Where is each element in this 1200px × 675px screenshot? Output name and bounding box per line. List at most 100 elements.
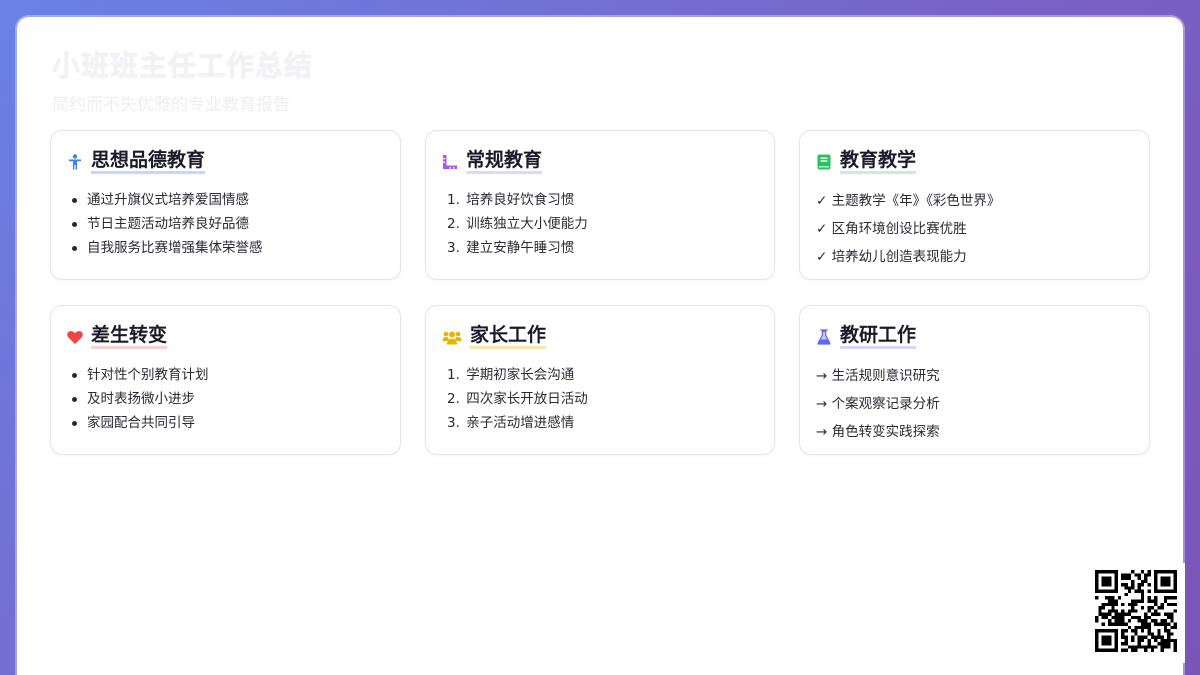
qr-module xyxy=(1095,596,1099,600)
qr-module xyxy=(1173,638,1177,643)
qr-module xyxy=(1121,615,1125,620)
qr-module xyxy=(1114,615,1118,620)
qr-module xyxy=(1134,629,1138,633)
qr-module xyxy=(1170,612,1174,616)
ruler-icon xyxy=(442,154,458,170)
qr-module xyxy=(1163,622,1168,626)
qr-module xyxy=(1170,625,1174,630)
qr-module xyxy=(1173,648,1177,652)
flask-icon xyxy=(816,329,832,345)
qr-module xyxy=(1170,638,1174,643)
qr-module xyxy=(1137,586,1141,590)
qr-module xyxy=(1170,619,1174,623)
qr-module xyxy=(1124,622,1128,626)
qr-module xyxy=(1121,622,1125,626)
qr-module xyxy=(1160,648,1164,652)
qr-module xyxy=(1147,606,1151,610)
qr-module xyxy=(1131,579,1135,584)
qr-module xyxy=(1160,606,1164,610)
qr-module xyxy=(1167,632,1171,636)
card-title: 思想品德教育 xyxy=(91,150,206,174)
qr-module xyxy=(1150,632,1155,636)
qr-module xyxy=(1147,589,1151,593)
list-item: 自我服务比赛增强集体荣誉感 xyxy=(67,236,384,260)
qr-code[interactable] xyxy=(1095,570,1177,652)
qr-module xyxy=(1101,615,1105,620)
qr-module xyxy=(1167,596,1171,600)
qr-module xyxy=(1160,602,1164,607)
qr-module xyxy=(1144,612,1148,616)
qr-module xyxy=(1163,619,1168,623)
list-item-text: 建立安静午睡习惯 xyxy=(466,240,575,256)
card-header: 教研工作 xyxy=(816,325,1133,349)
cards-grid: 思想品德教育 通过升旗仪式培养爱国情感 节日主题活动培养良好品德 自我服务比赛增… xyxy=(50,130,1150,455)
qr-module xyxy=(1137,576,1141,580)
qr-module xyxy=(1127,645,1132,649)
qr-module xyxy=(1127,576,1132,580)
qr-module xyxy=(1108,609,1112,613)
qr-module xyxy=(1137,625,1141,630)
qr-module xyxy=(1173,609,1177,613)
card-list: 1. 培养良好饮食习惯 2. 训练独立大小便能力 3. 建立安静午睡习惯 xyxy=(442,188,758,260)
qr-module xyxy=(1121,573,1125,577)
qr-module xyxy=(1154,599,1158,603)
qr-module xyxy=(1160,645,1164,649)
qr-module xyxy=(1150,648,1155,652)
list-item: 2. 四次家长开放日活动 xyxy=(442,387,758,411)
qr-module xyxy=(1121,619,1125,623)
qr-module xyxy=(1121,629,1125,633)
qr-module xyxy=(1137,635,1141,639)
list-item: ✓ 区角环境创设比赛优胜 xyxy=(816,221,967,237)
qr-module xyxy=(1134,645,1138,649)
qr-module xyxy=(1150,606,1155,610)
qr-module xyxy=(1147,629,1151,633)
qr-module xyxy=(1173,625,1177,630)
qr-module xyxy=(1140,579,1145,584)
qr-module xyxy=(1147,645,1151,649)
qr-module xyxy=(1121,602,1125,607)
qr-module xyxy=(1121,576,1125,580)
qr-module xyxy=(1140,645,1145,649)
qr-module xyxy=(1108,599,1112,603)
qr-module xyxy=(1104,615,1109,620)
card-list: 通过升旗仪式培养爱国情感 节日主题活动培养良好品德 自我服务比赛增强集体荣誉感 xyxy=(67,188,384,260)
card-header: 常规教育 xyxy=(442,150,758,174)
qr-module xyxy=(1167,635,1171,639)
qr-module xyxy=(1124,612,1128,616)
qr-module xyxy=(1137,589,1141,593)
qr-module xyxy=(1124,586,1128,590)
qr-module xyxy=(1127,586,1132,590)
qr-module xyxy=(1124,573,1128,577)
qr-module xyxy=(1163,612,1168,616)
qr-module xyxy=(1117,622,1122,626)
qr-module xyxy=(1137,642,1141,646)
qr-module xyxy=(1121,648,1125,652)
qr-module xyxy=(1160,638,1164,643)
qr-module xyxy=(1160,622,1164,626)
qr-module xyxy=(1127,619,1132,623)
qr-module xyxy=(1167,615,1171,620)
qr-module xyxy=(1144,576,1148,580)
qr-module xyxy=(1137,638,1141,643)
list-item-text: 培养良好饮食习惯 xyxy=(466,192,575,208)
card-header: 家长工作 xyxy=(442,325,758,349)
qr-module xyxy=(1104,596,1109,600)
qr-module xyxy=(1124,635,1128,639)
qr-module xyxy=(1173,622,1177,626)
list-number: 2. xyxy=(447,391,460,407)
qr-module xyxy=(1170,596,1174,600)
qr-module xyxy=(1117,615,1122,620)
list-item: 及时表扬微小进步 xyxy=(67,387,384,411)
qr-module xyxy=(1121,642,1125,646)
qr-module xyxy=(1121,612,1125,616)
qr-module xyxy=(1150,635,1155,639)
card-header: 差生转变 xyxy=(67,325,384,349)
qr-module xyxy=(1108,619,1112,623)
qr-module xyxy=(1114,609,1118,613)
qr-module xyxy=(1147,615,1151,620)
qr-module xyxy=(1160,576,1171,587)
qr-module xyxy=(1131,638,1135,643)
qr-module xyxy=(1111,609,1115,613)
qr-module xyxy=(1140,625,1145,630)
qr-module xyxy=(1147,573,1151,577)
